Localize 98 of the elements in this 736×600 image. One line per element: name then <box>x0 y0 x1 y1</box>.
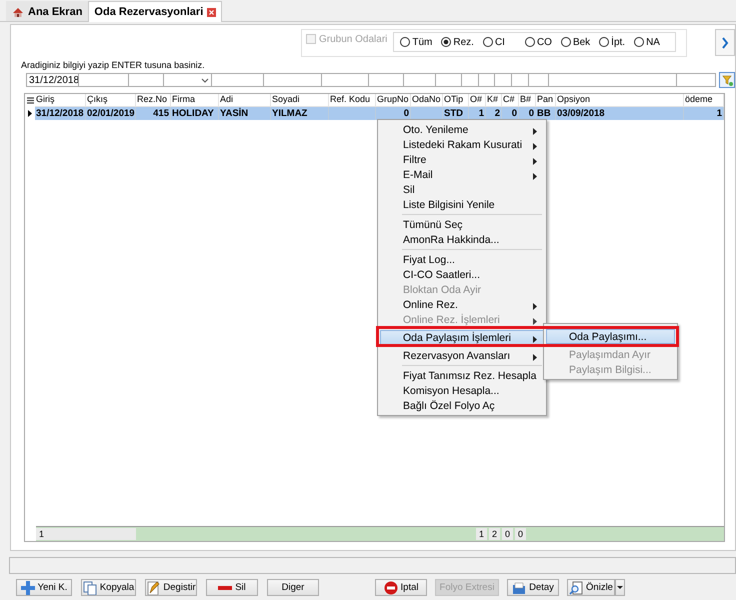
submenu-arrow-icon <box>533 318 537 325</box>
tab[interactable]: Oda Rezervasyonlari <box>88 1 222 22</box>
table-cell: YILMAZ <box>272 108 308 119</box>
submenu-arrow-icon <box>533 143 537 150</box>
table-cell: 415 <box>153 108 169 119</box>
folder-icon <box>512 580 526 594</box>
menu-item[interactable]: Oto. Yenileme <box>380 122 544 137</box>
menu-item[interactable]: Liste Bilgisini Yenile <box>380 197 544 212</box>
radio-option[interactable]: NA <box>634 36 660 48</box>
submenu-arrow-icon <box>533 354 537 361</box>
table-cell: BB <box>537 108 551 119</box>
radio-option[interactable]: Bek <box>560 36 590 48</box>
copy-icon <box>82 580 97 594</box>
toolbar-button[interactable]: Iptal <box>375 579 427 596</box>
toolbar-button[interactable]: Diger <box>267 579 319 596</box>
toolbar-button[interactable]: Detay <box>507 579 559 596</box>
menu-item[interactable]: Filtre <box>380 152 544 167</box>
total-cell: 2 <box>489 528 500 540</box>
radio-option[interactable]: CO <box>524 36 552 48</box>
filter-field[interactable] <box>676 73 716 87</box>
plus-icon <box>20 580 35 594</box>
home-icon <box>12 6 24 18</box>
toolbar-button[interactable]: Degistir <box>145 579 197 596</box>
table-cell: 0 <box>512 108 517 119</box>
submenu-arrow-icon <box>533 303 537 310</box>
row-pointer-icon <box>27 110 33 117</box>
dropdown-button[interactable] <box>615 579 625 596</box>
table-cell: 1 <box>716 108 722 119</box>
filter-field[interactable] <box>403 73 435 87</box>
menu-item[interactable]: E-Mail <box>380 167 544 182</box>
filter-dropdown[interactable] <box>163 73 211 87</box>
submenu-arrow-icon <box>533 336 537 343</box>
filter-field[interactable]: 31/12/2018 <box>26 73 78 87</box>
menu-item[interactable]: Online Rez. <box>380 297 544 312</box>
caret-icon <box>201 76 209 84</box>
total-cell: 0 <box>515 528 526 540</box>
submenu-arrow-icon <box>533 128 537 135</box>
filter-field[interactable] <box>368 73 403 87</box>
menu-item[interactable]: Oda Paylaşımı... <box>546 329 675 344</box>
menu-item[interactable]: Komisyon Hesapla... <box>380 383 544 398</box>
filter-field[interactable] <box>511 73 528 87</box>
table-row[interactable]: 31/12/2018 02/01/2019 415 HOLIDAY YASİN YILMAZ 0 STD 1 2 0 0 BB 03/09/2018 1 <box>25 107 724 120</box>
filter-field[interactable] <box>461 73 478 87</box>
filter-field[interactable] <box>528 73 548 87</box>
filter-field[interactable] <box>78 73 128 87</box>
filter-field[interactable] <box>128 73 163 87</box>
table-cell: 31/12/2018 <box>36 108 84 119</box>
filter-field[interactable] <box>211 73 263 87</box>
menu-item[interactable]: Rezervasyon Avansları <box>380 348 544 363</box>
toolbar-button[interactable]: Kopyala <box>81 579 136 596</box>
table-cell: 02/01/2019 <box>87 108 135 119</box>
stop-icon <box>384 580 398 594</box>
filter-field[interactable] <box>263 73 321 87</box>
grid-menu-icon <box>26 97 34 104</box>
radio-option[interactable]: Rez. <box>441 36 474 48</box>
caret-icon <box>617 586 623 589</box>
table-cell: 2 <box>494 108 500 119</box>
table-cell: HOLIDAY <box>172 108 214 119</box>
toolbar-button[interactable]: Önizle <box>567 579 615 596</box>
close-icon <box>207 8 216 16</box>
menu-item[interactable]: Listedeki Rakam Kusurati <box>380 137 544 152</box>
filter-field[interactable] <box>494 73 511 87</box>
menu-item[interactable]: Fiyat Log... <box>380 252 544 267</box>
filter-field[interactable] <box>548 73 676 87</box>
pencil-icon <box>146 580 160 594</box>
menu-item[interactable]: CI-CO Saatleri... <box>380 267 544 282</box>
table-cell: 0 <box>528 108 534 119</box>
filter-field[interactable] <box>321 73 368 87</box>
menu-item[interactable]: Oda Paylaşım İşlemleri <box>380 330 544 345</box>
menu-item[interactable]: Bağlı Özel Folyo Aç <box>380 398 544 413</box>
radio-option[interactable]: Tüm <box>400 36 432 48</box>
filter-field[interactable] <box>478 73 494 87</box>
table-cell: 03/09/2018 <box>557 108 605 119</box>
clear-filter-button[interactable] <box>719 72 735 88</box>
filter-icon <box>721 74 733 86</box>
toolbar-button[interactable]: Sil <box>206 579 258 596</box>
menu-item[interactable]: Tümünü Seç <box>380 217 544 232</box>
table-cell: 1 <box>478 108 484 119</box>
submenu-arrow-icon <box>533 173 537 180</box>
preview-icon <box>569 580 584 594</box>
menu-item[interactable]: Sil <box>380 182 544 197</box>
radio-option[interactable]: CI <box>482 36 505 48</box>
submenu-arrow-icon <box>533 158 537 165</box>
radio-option[interactable]: İpt. <box>599 36 626 48</box>
search-hint: Aradiginiz bilgiyi yazip ENTER tusuna basiniz. <box>21 60 206 71</box>
table-cell: YASİN <box>220 108 248 119</box>
toolbar-button[interactable]: Yeni K. <box>16 579 72 596</box>
filter-field[interactable] <box>435 73 461 87</box>
menu-item[interactable]: AmonRa Hakkinda... <box>380 232 544 247</box>
chevron-right-icon <box>720 36 730 50</box>
table-cell: STD <box>444 108 463 119</box>
total-cell: 0 <box>502 528 514 540</box>
record-count: 1 <box>36 528 136 540</box>
next-button[interactable] <box>715 29 735 56</box>
table-cell: 0 <box>404 108 409 119</box>
menu-item[interactable]: Fiyat Tanımsız Rez. Hesapla <box>380 368 544 383</box>
total-cell: 1 <box>476 528 488 540</box>
tab[interactable]: Ana Ekran <box>6 1 88 21</box>
